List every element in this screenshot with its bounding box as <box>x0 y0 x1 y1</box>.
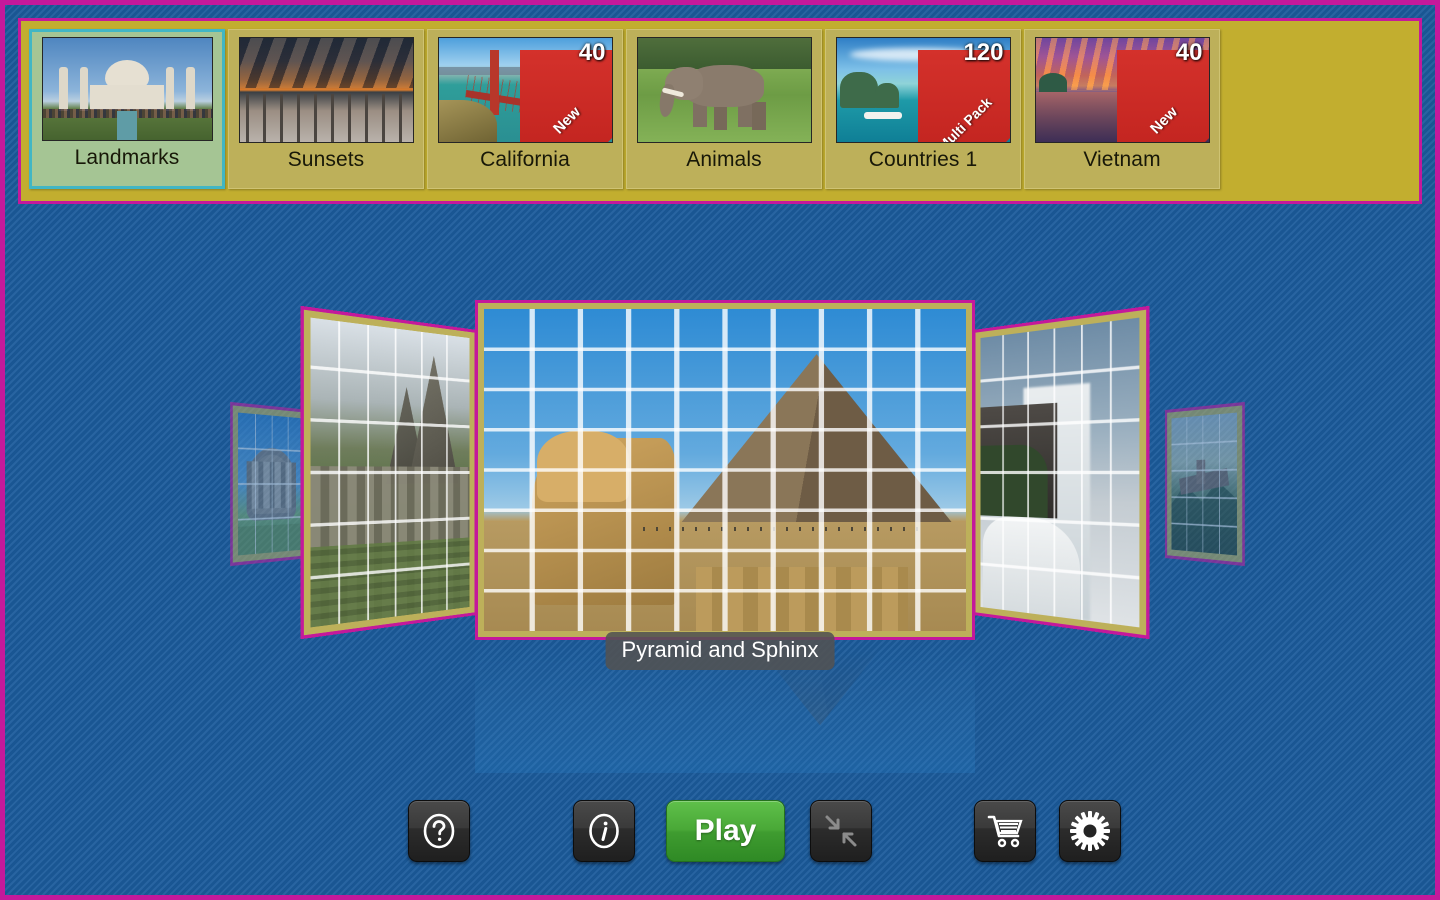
carousel-slide-pyramid-and-sphinx[interactable] <box>475 300 975 640</box>
carousel-slide-great-wall[interactable] <box>1165 402 1245 566</box>
carousel-slide-waterfall[interactable] <box>973 306 1150 639</box>
category-label: Animals <box>686 149 761 171</box>
puzzle-grid-overlay <box>311 318 470 628</box>
carousel-slide-colosseum[interactable] <box>230 402 310 566</box>
piece-count-badge: 40 <box>579 39 606 67</box>
category-tile-countries-1[interactable]: 120 Multi Pack Countries 1 <box>825 29 1021 189</box>
piece-count-badge: 120 <box>963 39 1003 67</box>
vietnam-temple-thumb: 40 New <box>1035 37 1210 143</box>
golden-gate-thumb: 40 New <box>438 37 613 143</box>
puzzle-title-badge: Pyramid and Sphinx <box>606 632 835 670</box>
play-button[interactable]: Play <box>666 800 785 862</box>
collapse-button[interactable] <box>810 800 872 862</box>
category-label: California <box>480 149 570 171</box>
question-mark-icon <box>419 811 459 851</box>
sunset-thumb <box>239 37 414 143</box>
puzzle-carousel[interactable] <box>5 215 1435 755</box>
info-icon <box>584 811 624 851</box>
category-label: Landmarks <box>75 147 180 169</box>
elephant-thumb <box>637 37 812 143</box>
shopping-cart-icon <box>985 812 1025 850</box>
category-tile-vietnam[interactable]: 40 New Vietnam <box>1024 29 1220 189</box>
shop-button[interactable] <box>974 800 1036 862</box>
info-button[interactable] <box>573 800 635 862</box>
puzzle-grid-overlay <box>981 318 1140 628</box>
puzzle-grid-overlay <box>1172 413 1237 556</box>
puzzle-grid-overlay <box>238 413 303 556</box>
category-tile-sunsets[interactable]: Sunsets <box>228 29 424 189</box>
category-label: Vietnam <box>1083 149 1160 171</box>
category-tile-landmarks[interactable]: Landmarks <box>29 29 225 189</box>
category-label: Sunsets <box>288 149 365 171</box>
help-button[interactable] <box>408 800 470 862</box>
taj-mahal-thumb <box>42 37 213 141</box>
gear-icon <box>1069 810 1111 852</box>
category-label: Countries 1 <box>869 149 978 171</box>
carousel-slide-machu-picchu[interactable] <box>300 306 477 639</box>
settings-button[interactable] <box>1059 800 1121 862</box>
halong-bay-thumb: 120 Multi Pack <box>836 37 1011 143</box>
category-strip[interactable]: Landmarks Sunsets 40 New California Anim… <box>29 29 1220 189</box>
category-tile-animals[interactable]: Animals <box>626 29 822 189</box>
bottom-toolbar: Play <box>5 795 1435 867</box>
category-panel: Landmarks Sunsets 40 New California Anim… <box>18 18 1422 204</box>
category-tile-california[interactable]: 40 New California <box>427 29 623 189</box>
piece-count-badge: 40 <box>1176 39 1203 67</box>
collapse-arrows-icon <box>822 812 860 850</box>
game-screen: Landmarks Sunsets 40 New California Anim… <box>0 0 1440 900</box>
puzzle-grid-overlay <box>484 309 966 631</box>
